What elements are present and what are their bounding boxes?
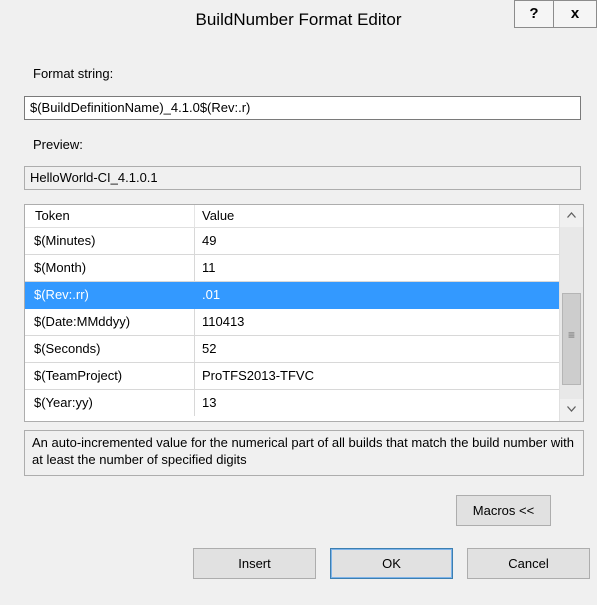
value-cell: 52 bbox=[202, 341, 217, 356]
chevron-up-icon[interactable] bbox=[560, 205, 583, 227]
table-row-selected[interactable]: $(Rev:.rr) .01 bbox=[25, 282, 559, 309]
table-row[interactable]: $(Date:MMddyy) 110413 bbox=[25, 309, 559, 336]
grid-scrollbar[interactable]: ≡ bbox=[559, 205, 583, 421]
chevron-down-icon[interactable] bbox=[560, 399, 583, 421]
value-cell: 13 bbox=[202, 395, 217, 410]
token-cell: $(Seconds) bbox=[25, 336, 195, 362]
title-bar[interactable]: BuildNumber Format Editor ? x bbox=[0, 0, 597, 38]
preview-label: Preview: bbox=[33, 137, 83, 152]
grip-icon: ≡ bbox=[567, 328, 575, 342]
table-row[interactable]: $(Seconds) 52 bbox=[25, 336, 559, 363]
table-row[interactable]: $(Month) 11 bbox=[25, 255, 559, 282]
format-string-input[interactable]: $(BuildDefinitionName)_4.1.0$(Rev:.r) bbox=[24, 96, 581, 120]
close-button[interactable]: x bbox=[553, 0, 597, 28]
value-cell: 49 bbox=[202, 233, 217, 248]
value-column-header[interactable]: Value bbox=[195, 205, 559, 227]
token-cell: $(Year:yy) bbox=[25, 390, 195, 416]
macros-button[interactable]: Macros << bbox=[456, 495, 551, 526]
token-cell: $(TeamProject) bbox=[25, 363, 195, 389]
table-row[interactable]: $(Minutes) 49 bbox=[25, 228, 559, 255]
scrollbar-thumb[interactable]: ≡ bbox=[562, 293, 581, 385]
insert-button[interactable]: Insert bbox=[193, 548, 316, 579]
value-cell: 11 bbox=[202, 260, 216, 275]
help-button[interactable]: ? bbox=[514, 0, 554, 28]
grid-header: Token Value bbox=[25, 205, 559, 228]
token-description: An auto-incremented value for the numeri… bbox=[24, 430, 584, 476]
token-cell: $(Minutes) bbox=[25, 228, 195, 254]
value-cell: ProTFS2013-TFVC bbox=[202, 368, 314, 383]
value-cell: .01 bbox=[202, 287, 221, 302]
format-editor-dialog: BuildNumber Format Editor ? x Format str… bbox=[0, 0, 597, 605]
value-cell: 110413 bbox=[202, 314, 245, 329]
cancel-button[interactable]: Cancel bbox=[467, 548, 590, 579]
table-row[interactable]: $(Year:yy) 13 bbox=[25, 390, 559, 417]
token-column-header[interactable]: Token bbox=[25, 205, 195, 227]
token-grid[interactable]: Token Value $(Minutes) 49 $(Month) 11 $(… bbox=[24, 204, 584, 422]
window-title: BuildNumber Format Editor bbox=[195, 10, 402, 29]
ok-button[interactable]: OK bbox=[330, 548, 453, 579]
table-row[interactable]: $(TeamProject) ProTFS2013-TFVC bbox=[25, 363, 559, 390]
token-cell: $(Date:MMddyy) bbox=[25, 309, 195, 335]
preview-field: HelloWorld-CI_4.1.0.1 bbox=[24, 166, 581, 190]
format-string-label: Format string: bbox=[33, 66, 114, 81]
token-cell: $(Month) bbox=[25, 255, 195, 281]
token-cell: $(Rev:.rr) bbox=[25, 282, 195, 308]
